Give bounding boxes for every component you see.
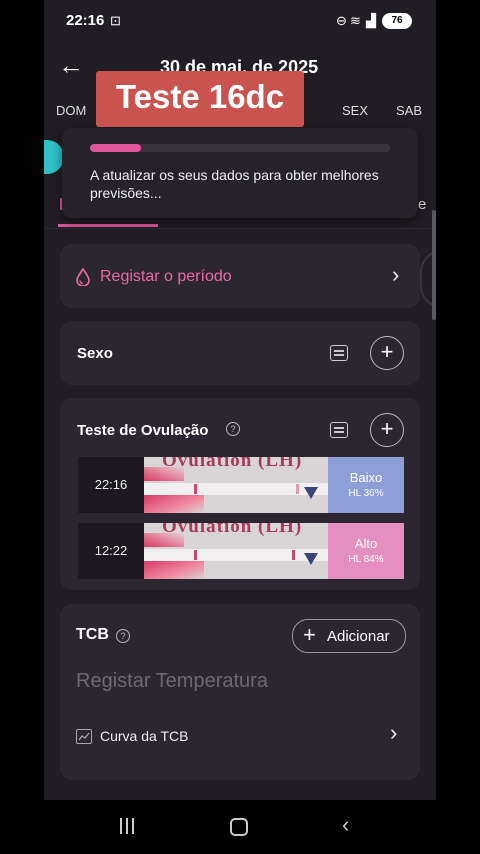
tcb-curve-label: Curva da TCB	[100, 728, 189, 744]
active-tab-indicator	[58, 224, 158, 227]
sync-message: A atualizar os seus dados para obter mel…	[90, 167, 379, 201]
strip-control-line	[194, 550, 197, 560]
weekday-label: DOM	[56, 103, 87, 118]
sex-title: Sexo	[77, 345, 113, 362]
temperature-input[interactable]: Registar Temperatura	[76, 670, 268, 693]
ovulation-test-row[interactable]: 12:22 Ovulation (LH) Alto HL 84%	[78, 523, 404, 579]
scrollbar[interactable]	[432, 210, 436, 320]
battery-indicator: 76	[382, 13, 412, 29]
chevron-right-icon: ›	[390, 720, 398, 745]
chevron-right-icon: ›	[392, 262, 400, 287]
overlay-caption: Teste 16dc	[96, 71, 304, 127]
tcb-card: TCB ? + Adicionar Registar Temperatura C…	[60, 604, 420, 780]
app-screen: 22:16 ⊡ ⊖ ≋ ▟ 76 ← 30 de mai. de 2025 DO…	[44, 0, 436, 854]
signal-icon: ▟	[366, 13, 376, 28]
ovulation-title: Teste de Ovulação	[77, 422, 209, 439]
back-nav-icon[interactable]: ‹	[342, 812, 349, 838]
help-icon[interactable]: ?	[116, 629, 130, 643]
add-button-label: Adicionar	[327, 628, 390, 645]
sync-toast: A atualizar os seus dados para obter mel…	[62, 128, 418, 218]
ovulation-test-card: Teste de Ovulação ? + 22:16 Ovulation (L…	[60, 398, 420, 590]
note-icon[interactable]	[330, 345, 348, 361]
strip-decoration	[144, 495, 204, 513]
home-icon[interactable]	[230, 818, 248, 836]
strip-band	[144, 483, 328, 495]
test-result-percent: HL 84%	[348, 554, 384, 565]
system-nav-bar: ‹	[44, 800, 436, 854]
strip-arrow	[304, 487, 318, 499]
test-strip-photo: Ovulation (LH)	[144, 523, 328, 579]
divider	[44, 228, 436, 229]
add-sex-button[interactable]: +	[370, 336, 404, 370]
strip-control-line	[194, 484, 197, 494]
screen-record-icon: ⊡	[110, 13, 121, 28]
test-time: 12:22	[78, 523, 144, 579]
register-period-card[interactable]: Registar o período ›	[60, 244, 420, 308]
sync-progress-fill	[90, 144, 141, 152]
test-result-badge: Alto HL 84%	[328, 523, 404, 579]
sex-card: Sexo +	[60, 321, 420, 385]
tab-fragment[interactable]: e	[418, 196, 426, 213]
test-time: 22:16	[78, 457, 144, 513]
test-strip-photo: Ovulation (LH)	[144, 457, 328, 513]
strip-decoration	[144, 533, 184, 547]
strip-arrow	[304, 553, 318, 565]
test-result-label: Baixo	[349, 470, 383, 485]
add-ovulation-test-button[interactable]: +	[370, 413, 404, 447]
dnd-icon: ⊖	[336, 13, 347, 28]
wifi-icon: ≋	[350, 13, 361, 28]
chart-icon	[76, 729, 92, 744]
recents-icon[interactable]	[120, 818, 136, 834]
status-bar: 22:16 ⊡ ⊖ ≋ ▟ 76	[44, 0, 436, 42]
drop-icon	[76, 268, 90, 286]
strip-test-line	[296, 484, 299, 494]
tcb-title: TCB	[76, 626, 109, 643]
test-result-percent: HL 36%	[348, 488, 384, 499]
back-arrow-icon[interactable]: ←	[58, 50, 84, 81]
plus-icon: +	[303, 622, 316, 647]
status-time: 22:16	[66, 12, 105, 29]
note-icon[interactable]	[330, 422, 348, 438]
strip-test-line	[292, 550, 295, 560]
weekday-label: SAB	[396, 103, 423, 118]
strip-band	[144, 549, 328, 561]
sync-progress-bar	[90, 144, 390, 152]
ovulation-test-row[interactable]: 22:16 Ovulation (LH) Baixo HL 36%	[78, 457, 404, 513]
strip-decoration	[144, 561, 204, 579]
tcb-curve-row[interactable]: Curva da TCB ›	[76, 720, 408, 752]
register-period-label: Registar o período	[100, 268, 232, 285]
help-icon[interactable]: ?	[226, 422, 240, 436]
calendar-day-marker[interactable]	[44, 140, 64, 174]
strip-decoration	[144, 467, 184, 481]
add-temperature-button[interactable]: + Adicionar	[292, 619, 406, 653]
test-result-label: Alto	[354, 536, 378, 551]
weekday-label: SEX	[342, 103, 369, 118]
test-result-badge: Baixo HL 36%	[328, 457, 404, 513]
